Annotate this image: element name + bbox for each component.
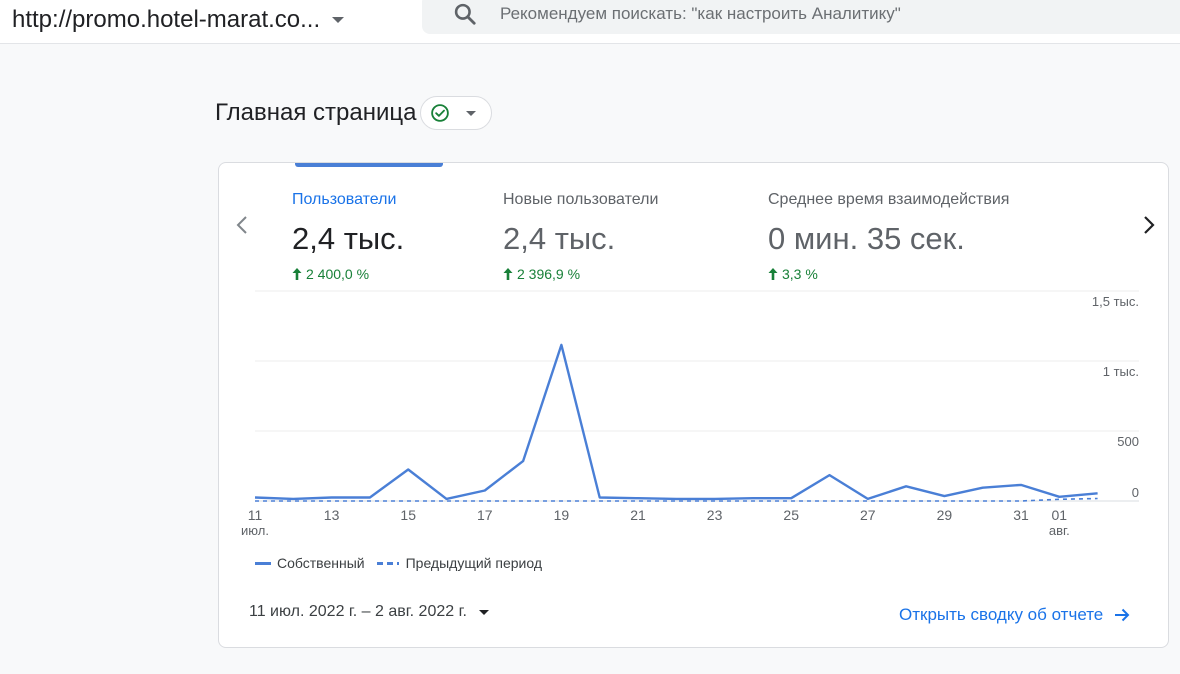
x-tick-label: 31 xyxy=(1013,507,1029,523)
legend-item-own: Собственный xyxy=(255,555,365,571)
page-header: Главная страница xyxy=(215,96,493,130)
x-tick-label: 19 xyxy=(554,507,570,523)
legend-solid-swatch xyxy=(255,561,271,565)
metric-change-value: 2 400,0 % xyxy=(306,266,370,282)
metric-label: Среднее время взаимодействия xyxy=(768,191,1010,208)
y-tick-label: 0 xyxy=(1132,485,1139,500)
series-own-line xyxy=(254,343,1098,501)
search-box[interactable] xyxy=(422,0,1180,34)
metric-value: 2,4 тыс. xyxy=(503,221,616,256)
metric-avg-engagement-time[interactable]: Среднее время взаимодействия 0 мин. 35 с… xyxy=(768,191,1009,282)
property-selector[interactable]: http://promo.hotel-marat.co... xyxy=(0,0,410,40)
property-name: http://promo.hotel-marat.co... xyxy=(12,6,321,33)
metric-label: Пользователи xyxy=(292,191,397,208)
metric-value: 2,4 тыс. xyxy=(292,221,405,256)
x-tick-label: 17 xyxy=(477,507,493,523)
x-tick-label: 21 xyxy=(630,507,646,523)
open-report-label: Открыть сводку об отчете xyxy=(899,605,1104,624)
y-tick-label: 500 xyxy=(1117,434,1139,449)
metric-change: 3,3 % xyxy=(768,266,1009,282)
arrow-up-icon xyxy=(503,268,513,280)
metric-change-value: 3,3 % xyxy=(782,266,818,282)
page-title: Главная страница xyxy=(215,99,417,126)
search-input[interactable] xyxy=(500,4,1140,24)
metric-users[interactable]: Пользователи 2,4 тыс. 2 400,0 % xyxy=(292,191,404,282)
legend-dashed-swatch xyxy=(376,561,399,565)
chevron-down-icon xyxy=(332,17,345,23)
users-line-chart: 0 500 1 тыс. 1,5 тыс. 11июл. 13 15 17 19 21 23 25 27… xyxy=(241,290,1139,538)
page-status-dropdown[interactable] xyxy=(420,96,493,130)
legend-item-previous: Предыдущий период xyxy=(376,555,542,571)
y-tick-label: 1,5 тыс. xyxy=(1092,294,1139,309)
top-bar: http://promo.hotel-marat.co... xyxy=(0,0,1180,44)
date-range-label: 11 июл. 2022 г. – 2 авг. 2022 г. xyxy=(249,603,467,620)
legend-label: Предыдущий период xyxy=(405,555,542,571)
chart-legend: Собственный Предыдущий период xyxy=(255,555,554,571)
open-report-link[interactable]: Открыть сводку об отчете xyxy=(899,605,1131,625)
x-tick-month-label: авг. xyxy=(1049,523,1070,538)
metric-new-users[interactable]: Новые пользователи 2,4 тыс. 2 396,9 % xyxy=(503,191,658,282)
metric-value: 0 мин. 35 сек. xyxy=(768,221,965,256)
x-tick-month-label: июл. xyxy=(241,523,269,538)
arrow-up-icon xyxy=(292,268,302,280)
x-tick-label: 27 xyxy=(860,507,876,523)
x-tick-label: 25 xyxy=(783,507,799,523)
x-tick-label: 23 xyxy=(707,507,723,523)
x-tick-label: 01 xyxy=(1052,507,1068,523)
metric-label: Новые пользователи xyxy=(503,191,659,208)
y-tick-label: 1 тыс. xyxy=(1103,364,1139,379)
metric-change-value: 2 396,9 % xyxy=(517,266,581,282)
chevron-down-icon xyxy=(478,609,489,615)
check-circle-icon xyxy=(431,104,450,122)
x-tick-label: 15 xyxy=(400,507,416,523)
overview-card: Пользователи 2,4 тыс. 2 400,0 % Новые по… xyxy=(218,162,1169,648)
metric-change: 2 400,0 % xyxy=(292,266,404,282)
x-tick-label: 13 xyxy=(324,507,340,523)
chevron-right-icon[interactable] xyxy=(1135,209,1163,241)
arrow-right-icon xyxy=(1115,608,1130,622)
search-icon xyxy=(454,3,476,25)
chevron-down-icon xyxy=(466,110,477,116)
chevron-left-icon[interactable] xyxy=(227,209,255,241)
x-tick-label: 29 xyxy=(937,507,953,523)
x-tick-label: 11 xyxy=(248,507,263,523)
date-range-selector[interactable]: 11 июл. 2022 г. – 2 авг. 2022 г. xyxy=(249,603,489,621)
arrow-up-icon xyxy=(768,268,778,280)
metric-change: 2 396,9 % xyxy=(503,266,658,282)
active-metric-indicator xyxy=(295,163,443,167)
legend-label: Собственный xyxy=(277,555,365,571)
